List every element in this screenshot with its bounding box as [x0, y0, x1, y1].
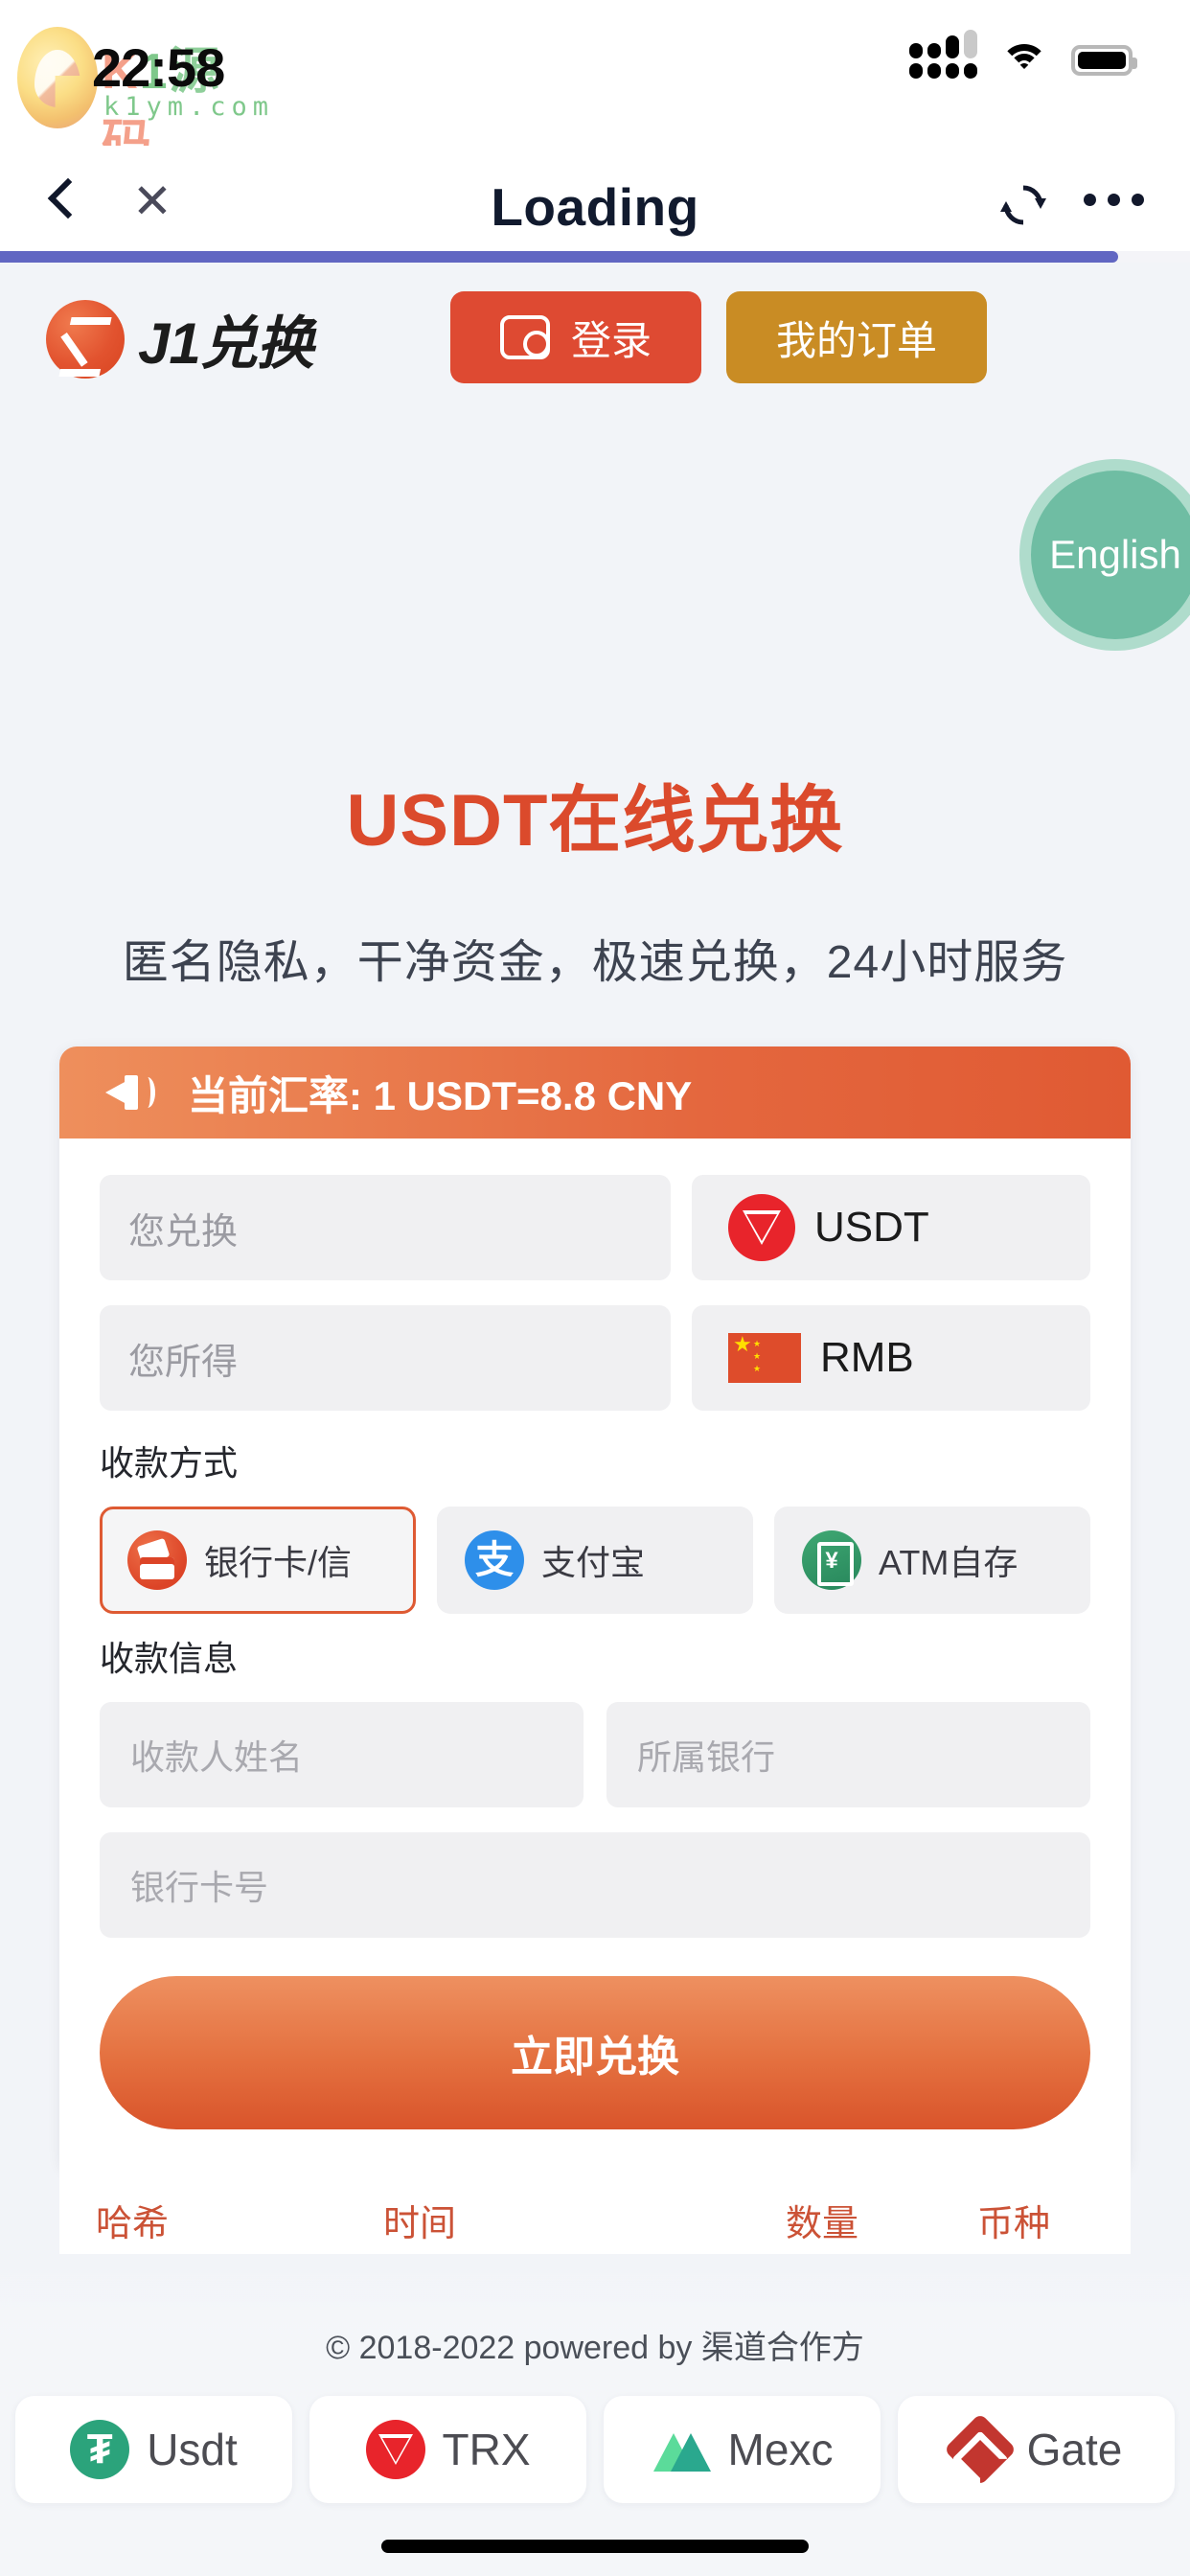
partner-gate[interactable]: Gate	[898, 2396, 1175, 2503]
hero-title: USDT在线兑换	[346, 780, 844, 862]
watermark-logo-icon	[17, 27, 98, 128]
receive-currency-selector[interactable]: RMB	[692, 1305, 1090, 1411]
j1-logo-icon	[46, 299, 125, 379]
receive-amount-input[interactable]: 您所得	[100, 1305, 671, 1411]
rate-banner-text: 当前汇率: 1 USDT=8.8 CNY	[188, 1072, 693, 1118]
browser-nav-bar: ✕ Loading	[0, 146, 1190, 259]
home-indicator	[381, 2540, 809, 2553]
rate-banner: 当前汇率: 1 USDT=8.8 CNY	[59, 1046, 1131, 1138]
partner-logos: Usdt TRX Mexc Gate	[0, 2396, 1190, 2503]
recipient-bank-input[interactable]: 所属银行	[606, 1702, 1090, 1807]
records-table-header: 哈希 时间 数量 币种	[59, 2139, 1131, 2254]
pay-row: 您兑换 USDT	[100, 1175, 1090, 1280]
copyright-text: © 2018-2022 powered by 渠道合作方	[326, 2330, 864, 2366]
alipay-icon: 支	[465, 1530, 524, 1590]
recipient-card-number-input[interactable]: 银行卡号	[100, 1832, 1090, 1938]
hero-subtitle: 匿名隐私，干净资金，极速兑换，24小时服务	[122, 937, 1068, 988]
web-page-content: J1兑换 登录 我的订单 USDT在线兑换 匿名隐私，干净资金，极速兑换，24小…	[0, 263, 1190, 2273]
recipient-card-row: 银行卡号	[100, 1832, 1090, 1938]
language-switch-button[interactable]: English	[1019, 459, 1190, 651]
pay-amount-input[interactable]: 您兑换	[100, 1175, 671, 1280]
recipient-name-bank-row: 收款人姓名 所属银行	[100, 1702, 1090, 1807]
submit-exchange-button[interactable]: 立即兑换	[100, 1976, 1090, 2129]
payment-method-label: 收款方式	[100, 1443, 239, 1483]
records-column-hash: 哈希	[96, 2204, 170, 2244]
page-footer: © 2018-2022 powered by 渠道合作方 Usdt TRX Me…	[0, 2273, 1190, 2576]
tron-icon	[728, 1194, 795, 1261]
wifi-icon	[1000, 42, 1048, 79]
recipient-name-input[interactable]: 收款人姓名	[100, 1702, 584, 1807]
wallet-icon	[499, 315, 550, 359]
status-icons	[909, 29, 1137, 79]
exchange-card: 当前汇率: 1 USDT=8.8 CNY 您兑换 USDT 您所得 RMB	[59, 1046, 1131, 2174]
my-orders-label: 我的订单	[775, 317, 937, 363]
battery-icon	[1071, 45, 1137, 76]
mexc-icon	[652, 2420, 711, 2479]
partner-mexc-label: Mexc	[727, 2425, 834, 2474]
more-ellipsis-icon[interactable]	[1084, 194, 1144, 206]
records-table: 哈希 时间 数量 币种	[59, 2139, 1131, 2254]
exchange-form: 您兑换 USDT 您所得 RMB 收款方式	[59, 1138, 1131, 2174]
site-logo-text: J1兑换	[138, 311, 314, 376]
site-header: J1兑换 登录 我的订单	[0, 282, 1190, 416]
payment-option-alipay-label: 支付宝	[541, 1543, 646, 1582]
payment-option-alipay[interactable]: 支 支付宝	[437, 1506, 753, 1614]
pay-currency-selector[interactable]: USDT	[692, 1175, 1090, 1280]
gate-icon	[943, 2412, 1017, 2487]
partner-trx[interactable]: TRX	[309, 2396, 586, 2503]
partner-gate-label: Gate	[1026, 2425, 1123, 2474]
my-orders-button[interactable]: 我的订单	[726, 291, 987, 383]
phone-screen: K1源码 k1ym.com 22:58 ✕ Loading J1兑换 登录 我的…	[0, 0, 1190, 2576]
receive-row: 您所得 RMB	[100, 1305, 1090, 1411]
language-switch-label: English	[1049, 532, 1181, 577]
records-column-amount: 数量	[786, 2204, 859, 2244]
tron-icon	[365, 2420, 425, 2479]
records-column-currency: 币种	[977, 2204, 1051, 2244]
partner-mexc[interactable]: Mexc	[604, 2396, 881, 2503]
payment-option-bankcard-label: 银行卡/信	[204, 1543, 353, 1582]
site-logo[interactable]: J1兑换	[46, 297, 314, 380]
signal-icon	[909, 29, 977, 79]
payment-option-atm[interactable]: ATM自存	[774, 1506, 1090, 1614]
atm-icon	[802, 1530, 861, 1590]
submit-exchange-label: 立即兑换	[511, 2034, 679, 2081]
login-button[interactable]: 登录	[450, 291, 701, 383]
pay-currency-label: USDT	[814, 1204, 929, 1251]
status-time: 22:58	[92, 37, 225, 98]
partner-trx-label: TRX	[442, 2425, 531, 2474]
partner-usdt[interactable]: Usdt	[15, 2396, 292, 2503]
payment-method-options: 银行卡/信 支 支付宝 ATM自存	[100, 1506, 1090, 1614]
receive-currency-label: RMB	[820, 1334, 914, 1381]
payment-option-bankcard[interactable]: 银行卡/信	[100, 1506, 416, 1614]
usdt-icon	[70, 2420, 130, 2479]
login-button-label: 登录	[570, 317, 652, 363]
refresh-icon[interactable]	[998, 180, 1048, 230]
page-load-progress	[0, 251, 1190, 263]
recipient-info-label: 收款信息	[100, 1639, 239, 1678]
partner-usdt-label: Usdt	[147, 2425, 238, 2474]
payment-option-atm-label: ATM自存	[879, 1543, 1018, 1582]
records-column-time: 时间	[383, 2204, 457, 2244]
bank-card-icon	[127, 1530, 187, 1590]
china-flag-icon	[728, 1333, 801, 1383]
speaker-icon	[105, 1070, 159, 1116]
status-bar: K1源码 k1ym.com 22:58	[0, 0, 1190, 172]
